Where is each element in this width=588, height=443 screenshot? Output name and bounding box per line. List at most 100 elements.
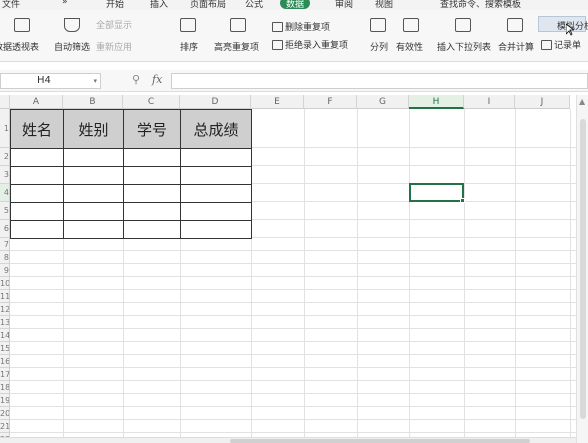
- table-cell[interactable]: [63, 220, 124, 239]
- header-student-id[interactable]: 学号: [123, 109, 181, 149]
- table-cell[interactable]: [123, 184, 181, 203]
- sort-button[interactable]: 排序: [180, 40, 198, 53]
- row-header[interactable]: 5: [0, 202, 10, 220]
- row-header[interactable]: 6: [0, 220, 10, 238]
- table-cell[interactable]: [123, 166, 181, 185]
- fx-icon[interactable]: fx: [152, 73, 162, 86]
- column-header-g[interactable]: G: [357, 95, 409, 109]
- row-header[interactable]: 15: [0, 342, 10, 355]
- table-cell[interactable]: [10, 220, 64, 239]
- row-header[interactable]: 20: [0, 407, 10, 420]
- split-columns-button[interactable]: 分列: [370, 40, 388, 53]
- column-header-i[interactable]: I: [464, 95, 515, 109]
- insert-dropdown-button[interactable]: 插入下拉列表: [437, 40, 491, 53]
- column-header-f[interactable]: F: [304, 95, 357, 109]
- row-header[interactable]: 10: [0, 277, 10, 290]
- table-cell[interactable]: [180, 148, 252, 167]
- formula-bar: H4 ▾ ⚲ fx: [0, 70, 588, 92]
- column-header-d[interactable]: D: [180, 95, 251, 109]
- row-header[interactable]: 8: [0, 251, 10, 264]
- select-all-corner[interactable]: [0, 95, 10, 109]
- vertical-scrollbar[interactable]: ▲: [576, 95, 588, 443]
- row-header[interactable]: 18: [0, 381, 10, 394]
- simulate-analysis-button[interactable]: 模拟分析: [538, 16, 588, 32]
- table-cell[interactable]: [180, 220, 252, 239]
- consolidate-button[interactable]: 合并计算: [498, 40, 534, 53]
- column-header-j[interactable]: J: [515, 95, 570, 109]
- table-cell[interactable]: [10, 184, 64, 203]
- tab-home[interactable]: 开始: [106, 0, 124, 10]
- column-header-b[interactable]: B: [63, 95, 123, 109]
- column-header-h[interactable]: H: [409, 95, 464, 109]
- fill-handle[interactable]: [460, 198, 465, 203]
- tab-insert[interactable]: 插入: [150, 0, 168, 10]
- ribbon-data: 数据透视表 自动筛选 全部显示 重新应用 排序 高亮重复项 删除重复项 拒绝录入…: [0, 10, 588, 62]
- reapply-button[interactable]: 重新应用: [96, 40, 132, 53]
- scroll-up-icon[interactable]: ▲: [579, 97, 585, 106]
- reject-duplicates-button[interactable]: 拒绝录入重复项: [272, 38, 348, 51]
- table-cell[interactable]: [180, 184, 252, 203]
- pivot-table-button[interactable]: 数据透视表: [0, 40, 39, 53]
- menu-file[interactable]: 文件: [2, 0, 20, 10]
- table-cell[interactable]: [63, 184, 124, 203]
- table-cell[interactable]: [180, 166, 252, 185]
- column-header-a[interactable]: A: [10, 95, 63, 109]
- table-cell[interactable]: [63, 166, 124, 185]
- column-header-c[interactable]: C: [123, 95, 180, 109]
- tab-review[interactable]: 审阅: [335, 0, 353, 10]
- table-header-row: 姓名 姓别 学号 总成绩: [10, 109, 252, 149]
- highlight-duplicates-button[interactable]: 高亮重复项: [214, 40, 259, 53]
- row-header[interactable]: 17: [0, 368, 10, 381]
- row-header[interactable]: 21: [0, 420, 10, 433]
- search-box[interactable]: 查找命令、搜索模板: [440, 0, 521, 10]
- horizontal-scrollbar[interactable]: [0, 437, 576, 443]
- column-header-e[interactable]: E: [251, 95, 304, 109]
- row-header[interactable]: 7: [0, 238, 10, 251]
- row-header[interactable]: 1: [0, 109, 10, 148]
- table-cell[interactable]: [10, 148, 64, 167]
- row-header[interactable]: 16: [0, 355, 10, 368]
- row-header[interactable]: 3: [0, 166, 10, 184]
- formula-input[interactable]: [171, 73, 588, 89]
- menu-more[interactable]: »: [62, 0, 68, 7]
- validity-button[interactable]: 有效性: [396, 40, 423, 53]
- table-cell[interactable]: [180, 202, 252, 221]
- tab-data[interactable]: 数据: [280, 0, 311, 10]
- header-gender[interactable]: 姓别: [63, 109, 124, 149]
- delete-duplicates-label: 删除重复项: [285, 23, 331, 33]
- chevron-down-icon[interactable]: ▾: [93, 74, 97, 88]
- pivot-table-icon: [14, 18, 30, 32]
- autofilter-button[interactable]: 自动筛选: [54, 40, 90, 53]
- table-cell[interactable]: [63, 148, 124, 167]
- delete-duplicates-button[interactable]: 删除重复项: [272, 20, 330, 33]
- hscroll-thumb[interactable]: [230, 439, 530, 443]
- row-header[interactable]: 11: [0, 290, 10, 303]
- table-cell[interactable]: [123, 148, 181, 167]
- grid-row-line: [10, 341, 576, 342]
- row-header[interactable]: 2: [0, 148, 10, 166]
- table-cell[interactable]: [63, 202, 124, 221]
- row-header[interactable]: 12: [0, 303, 10, 316]
- table-cell[interactable]: [123, 220, 181, 239]
- record-form-button[interactable]: 记录单: [541, 38, 581, 51]
- spreadsheet-grid[interactable]: A B C D E F G H I J 1 2 3 4 5 6 7 8 9 10 11 12 13 14 1…: [0, 95, 576, 443]
- row-header[interactable]: 4: [0, 184, 10, 202]
- table-cell[interactable]: [10, 166, 64, 185]
- tab-page-layout[interactable]: 页面布局: [190, 0, 226, 10]
- table-cell[interactable]: [10, 202, 64, 221]
- row-header[interactable]: 14: [0, 329, 10, 342]
- name-box[interactable]: H4 ▾: [0, 73, 101, 89]
- header-total-score[interactable]: 总成绩: [180, 109, 252, 149]
- row-header[interactable]: 19: [0, 394, 10, 407]
- show-all-button[interactable]: 全部显示: [96, 18, 132, 31]
- row-header[interactable]: 13: [0, 316, 10, 329]
- table-cell[interactable]: [123, 202, 181, 221]
- tab-formulas[interactable]: 公式: [245, 0, 263, 10]
- grid-row-line: [10, 276, 576, 277]
- active-cell-selection[interactable]: [409, 183, 465, 203]
- row-header[interactable]: 9: [0, 264, 10, 277]
- zoom-icon[interactable]: ⚲: [132, 73, 140, 86]
- tab-view[interactable]: 视图: [375, 0, 393, 10]
- scroll-thumb[interactable]: [580, 119, 586, 419]
- header-name[interactable]: 姓名: [10, 109, 64, 149]
